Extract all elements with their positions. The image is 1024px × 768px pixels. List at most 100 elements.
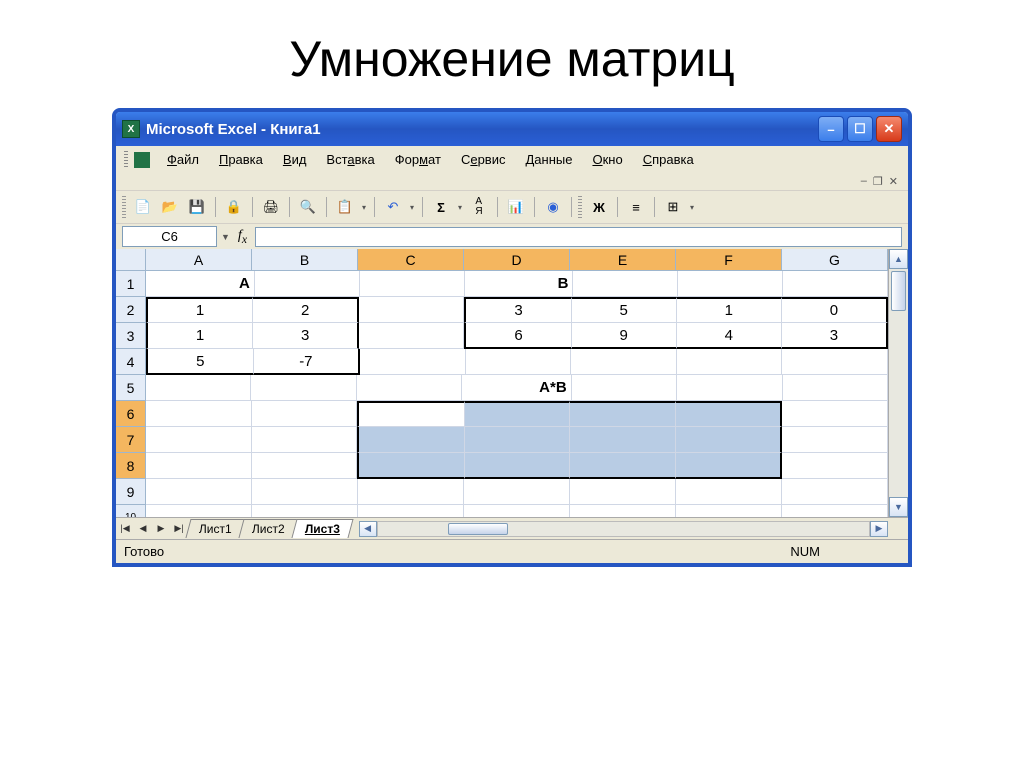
cell-F3[interactable]: 4 xyxy=(677,323,782,349)
autosum-icon[interactable]: Σ xyxy=(429,195,453,219)
menu-data[interactable]: Данные xyxy=(516,150,581,169)
menu-service[interactable]: Сервис xyxy=(452,150,515,169)
cell-C4[interactable] xyxy=(360,349,466,375)
col-head-A[interactable]: A xyxy=(146,249,252,271)
format-toolbar-grip[interactable] xyxy=(578,196,582,218)
tab-prev-icon[interactable]: ◀ xyxy=(134,520,152,538)
cell-A8[interactable] xyxy=(146,453,252,479)
cell-F2[interactable]: 1 xyxy=(677,297,782,323)
row-head-1[interactable]: 1 xyxy=(116,271,146,297)
cell-B7[interactable] xyxy=(252,427,358,453)
horizontal-scrollbar[interactable]: ◀ ▶ xyxy=(359,521,888,537)
cell-C7[interactable] xyxy=(357,427,465,453)
menu-edit[interactable]: Правка xyxy=(210,150,272,169)
row-head-3[interactable]: 3 xyxy=(116,323,146,349)
row-head-8[interactable]: 8 xyxy=(116,453,146,479)
cell-E6[interactable] xyxy=(570,401,676,427)
col-head-C[interactable]: C xyxy=(358,249,464,271)
undo-icon[interactable]: ↶ xyxy=(381,195,405,219)
cell-C9[interactable] xyxy=(358,479,464,505)
open-file-icon[interactable]: 📂 xyxy=(158,195,182,219)
permissions-icon[interactable]: 🔒 xyxy=(222,195,246,219)
row-head-7[interactable]: 7 xyxy=(116,427,146,453)
cell-B5[interactable] xyxy=(251,375,356,401)
col-head-E[interactable]: E xyxy=(570,249,676,271)
cell-G9[interactable] xyxy=(782,479,888,505)
borders-icon[interactable]: ⊞ xyxy=(661,195,685,219)
cell-A10[interactable] xyxy=(146,505,252,517)
cell-C8[interactable] xyxy=(357,453,465,479)
cell-A3[interactable]: 1 xyxy=(146,323,253,349)
cell-B3[interactable]: 3 xyxy=(253,323,359,349)
borders-dropdown[interactable]: ▾ xyxy=(688,203,696,212)
cell-D5[interactable]: A*B xyxy=(462,375,571,401)
cell-A1[interactable]: A xyxy=(146,271,255,297)
cell-B8[interactable] xyxy=(252,453,358,479)
scroll-thumb[interactable] xyxy=(891,271,906,311)
row-head-6[interactable]: 6 xyxy=(116,401,146,427)
cell-D4[interactable] xyxy=(466,349,572,375)
new-file-icon[interactable]: 📄 xyxy=(131,195,155,219)
sort-az-icon[interactable]: АЯ xyxy=(467,195,491,219)
vertical-scrollbar[interactable]: ▲ ▼ xyxy=(888,249,908,517)
paste-dropdown[interactable]: ▾ xyxy=(360,203,368,212)
row-head-9[interactable]: 9 xyxy=(116,479,146,505)
minimize-button[interactable]: – xyxy=(818,116,844,142)
undo-dropdown[interactable]: ▾ xyxy=(408,203,416,212)
cell-A2[interactable]: 1 xyxy=(146,297,253,323)
menu-window[interactable]: Окно xyxy=(583,150,631,169)
cell-B10[interactable] xyxy=(252,505,358,517)
print-icon[interactable]: 🖨 xyxy=(259,195,283,219)
cell-F5[interactable] xyxy=(677,375,782,401)
cell-C3[interactable] xyxy=(359,323,464,349)
cell-D6[interactable] xyxy=(465,401,571,427)
cell-D1[interactable]: B xyxy=(465,271,574,297)
doc-minimize-button[interactable]: – xyxy=(861,175,867,188)
menu-help[interactable]: Справка xyxy=(634,150,703,169)
fx-icon[interactable]: fx xyxy=(238,228,247,246)
cell-B1[interactable] xyxy=(255,271,360,297)
save-icon[interactable]: 💾 xyxy=(185,195,209,219)
cell-F1[interactable] xyxy=(678,271,783,297)
tab-first-icon[interactable]: |◀ xyxy=(116,520,134,538)
sheet-tab-3[interactable]: Лист3 xyxy=(291,519,353,538)
help-icon[interactable]: ◉ xyxy=(541,195,565,219)
bold-icon[interactable]: Ж xyxy=(587,195,611,219)
col-head-G[interactable]: G xyxy=(782,249,888,271)
menubar-grip[interactable] xyxy=(124,151,128,169)
cell-C2[interactable] xyxy=(359,297,464,323)
menu-insert[interactable]: Вставка xyxy=(317,150,383,169)
chart-wizard-icon[interactable]: 📊 xyxy=(504,195,528,219)
cell-F10[interactable] xyxy=(676,505,782,517)
formula-input[interactable] xyxy=(255,227,902,247)
scroll-up-icon[interactable]: ▲ xyxy=(889,249,908,269)
cell-B9[interactable] xyxy=(252,479,358,505)
cell-E10[interactable] xyxy=(570,505,676,517)
sheet-tab-1[interactable]: Лист1 xyxy=(185,519,245,538)
hscroll-thumb[interactable] xyxy=(448,523,508,535)
doc-close-button[interactable]: ✕ xyxy=(889,175,898,188)
col-head-F[interactable]: F xyxy=(676,249,782,271)
cell-E1[interactable] xyxy=(573,271,678,297)
cell-E3[interactable]: 9 xyxy=(572,323,677,349)
cell-C5[interactable] xyxy=(357,375,462,401)
name-box[interactable]: C6 xyxy=(122,226,217,247)
scroll-left-icon[interactable]: ◀ xyxy=(359,521,377,537)
cell-E9[interactable] xyxy=(570,479,676,505)
cell-G10[interactable] xyxy=(782,505,888,517)
cell-G4[interactable] xyxy=(782,349,888,375)
excel-doc-icon[interactable] xyxy=(134,152,150,168)
row-head-10[interactable]: 10 xyxy=(116,505,146,517)
cell-E4[interactable] xyxy=(571,349,677,375)
cell-D7[interactable] xyxy=(465,427,571,453)
print-preview-icon[interactable]: 🔍 xyxy=(296,195,320,219)
cell-E7[interactable] xyxy=(570,427,676,453)
cell-G5[interactable] xyxy=(783,375,888,401)
name-box-dropdown[interactable]: ▼ xyxy=(221,232,230,242)
cell-F6[interactable] xyxy=(676,401,783,427)
doc-restore-button[interactable]: ❐ xyxy=(873,175,883,188)
col-head-D[interactable]: D xyxy=(464,249,570,271)
cell-F8[interactable] xyxy=(676,453,783,479)
toolbar-grip[interactable] xyxy=(122,196,126,218)
cell-A6[interactable] xyxy=(146,401,252,427)
